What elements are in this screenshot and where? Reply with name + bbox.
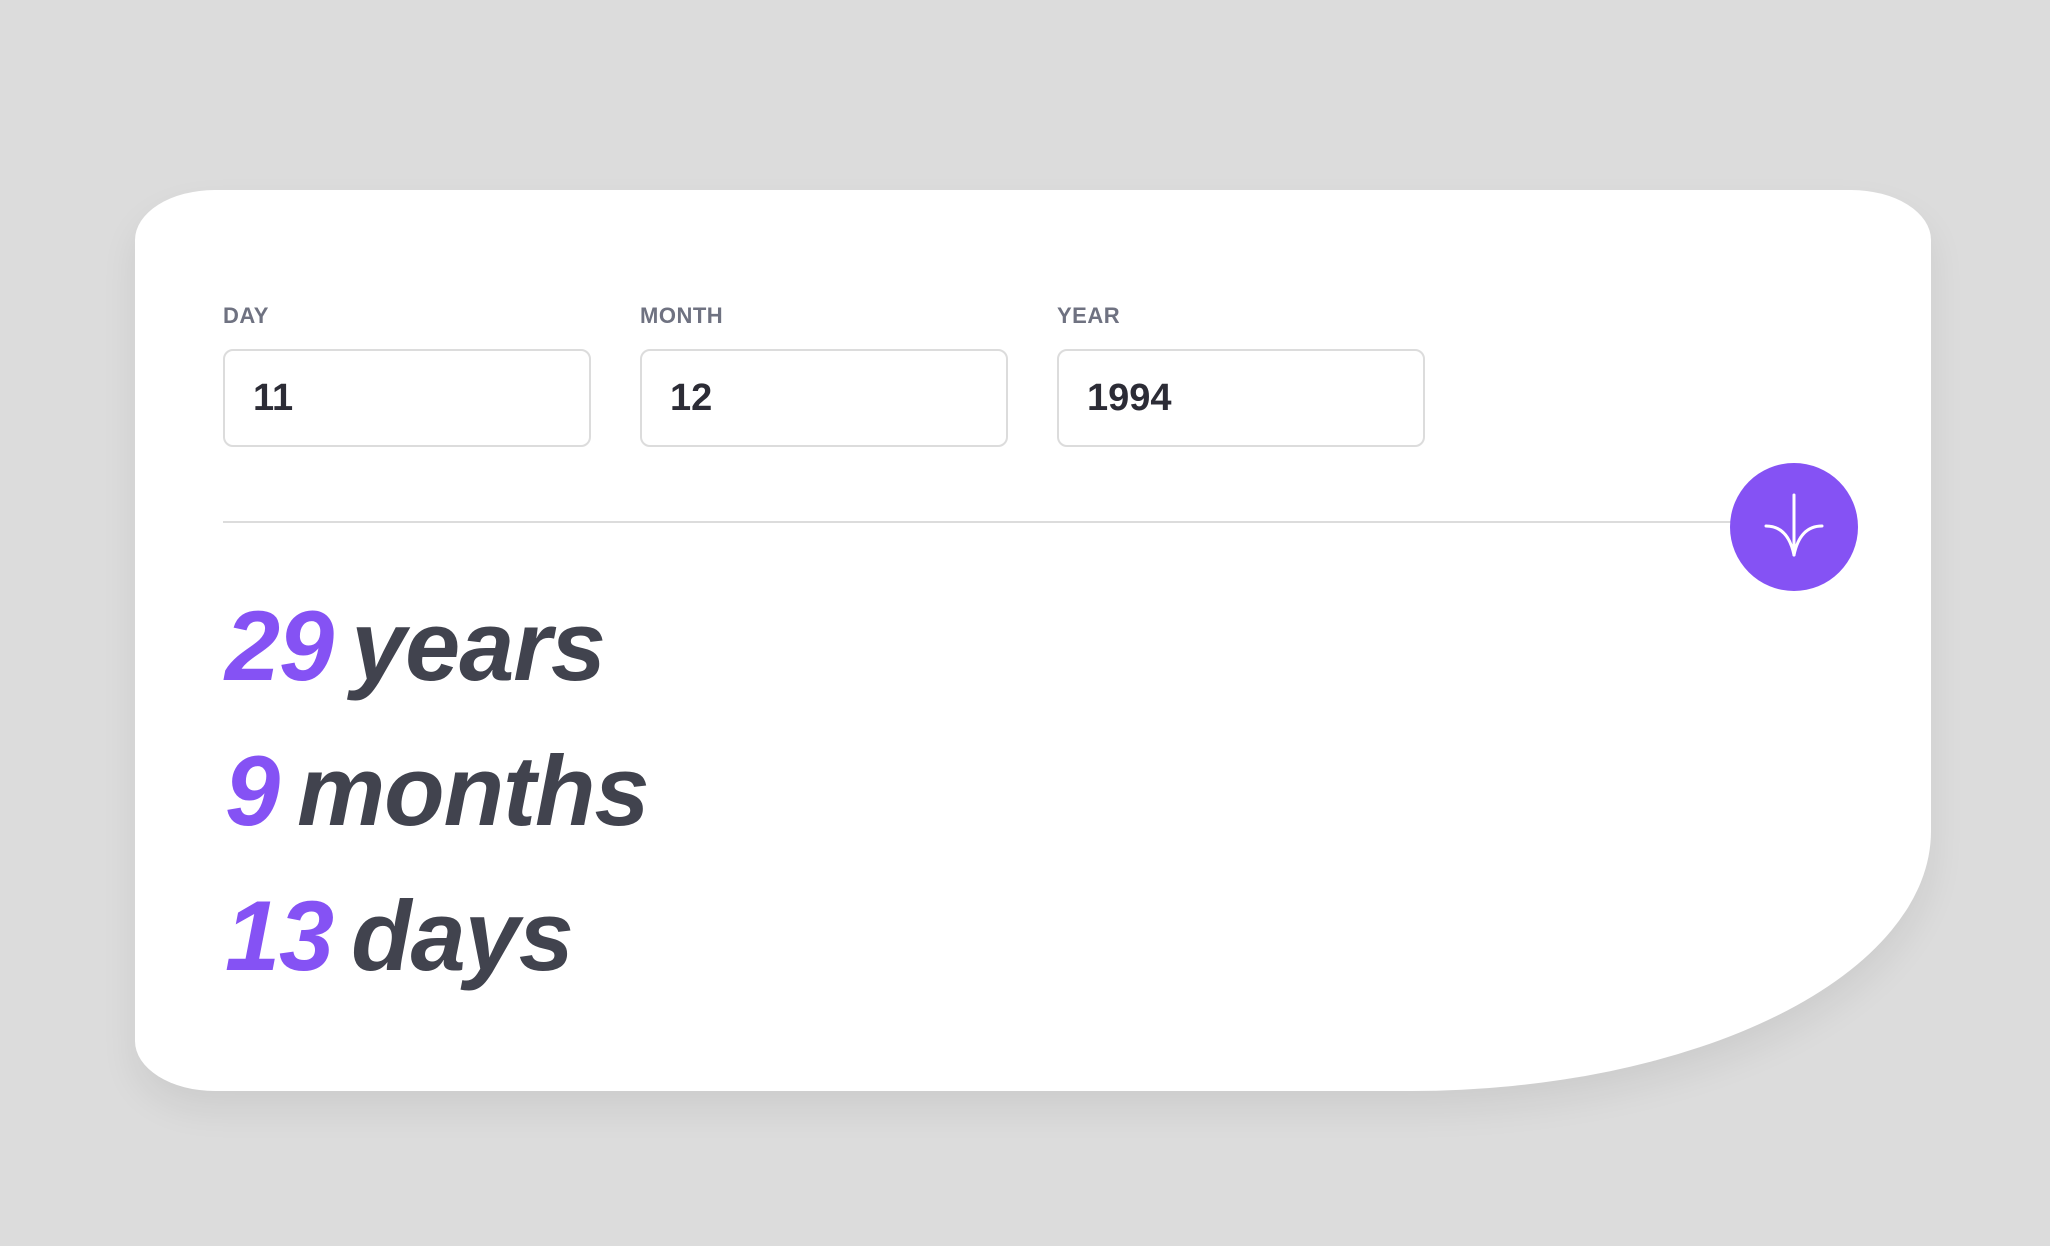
result-years: 29 years [225, 576, 606, 716]
months-unit: months [297, 735, 649, 846]
month-input[interactable] [640, 349, 1008, 447]
month-field-group: MONTH [640, 302, 1008, 447]
years-unit: years [351, 590, 606, 701]
age-calculator-card: DAY MONTH YEAR 29years 9months 13days [135, 190, 1931, 1091]
months-value: 9 [225, 735, 280, 846]
year-label: YEAR [1057, 303, 1121, 328]
year-field-group: YEAR [1057, 302, 1425, 447]
submit-button[interactable] [1730, 463, 1858, 591]
result-months: 9 months [225, 721, 650, 861]
arrow-down-icon [1764, 493, 1824, 557]
month-label: MONTH [640, 303, 724, 328]
days-value: 13 [225, 880, 334, 991]
divider [223, 521, 1768, 523]
days-unit: days [351, 880, 574, 991]
result-days: 13 days [225, 866, 574, 1006]
year-input[interactable] [1057, 349, 1425, 447]
day-label: DAY [223, 303, 269, 328]
years-value: 29 [225, 590, 334, 701]
day-field-group: DAY [223, 302, 591, 447]
day-input[interactable] [223, 349, 591, 447]
